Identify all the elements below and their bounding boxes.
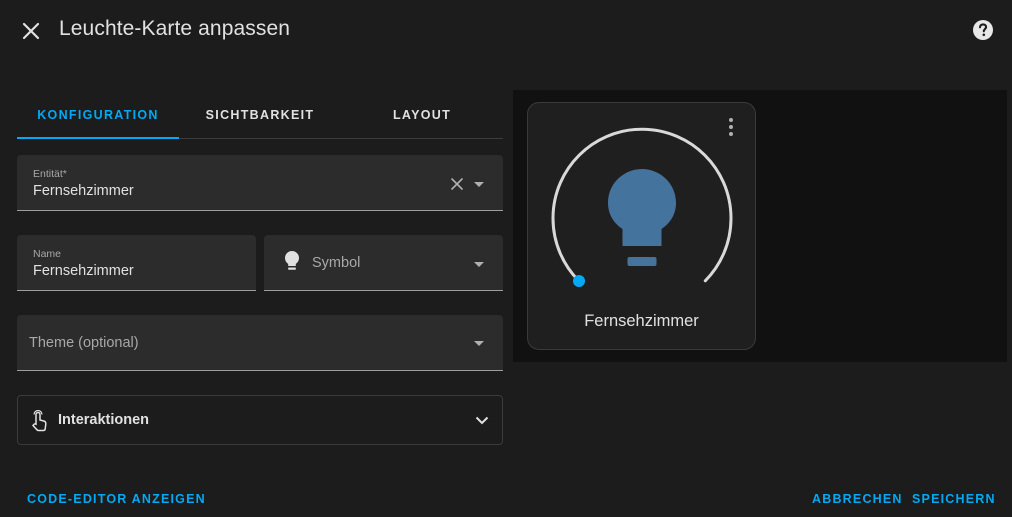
cancel-button[interactable]: ABBRECHEN [812,492,903,506]
chevron-down-icon[interactable] [474,341,484,346]
interactions-label: Interaktionen [58,412,150,428]
theme-picker[interactable]: Theme (optional) [17,315,503,371]
symbol-picker[interactable]: Symbol [264,235,503,291]
editor-tabs: KONFIGURATION SICHTBARKEIT LAYOUT [17,92,503,139]
chevron-down-icon[interactable] [474,182,484,187]
slider-handle [573,275,585,287]
entity-value: Fernsehzimmer [33,183,134,199]
card-title: Fernsehzimmer [584,312,699,330]
name-value: Fernsehzimmer [33,263,134,279]
symbol-placeholder: Symbol [312,255,361,271]
entity-picker[interactable]: Entität* Fernsehzimmer [17,155,503,211]
light-card[interactable]: Fernsehzimmer [527,102,756,350]
code-editor-button[interactable]: CODE-EDITOR ANZEIGEN [27,492,206,506]
card-preview: Fernsehzimmer [513,90,1007,362]
lightbulb-icon [608,169,676,266]
chevron-down-icon[interactable] [474,262,484,267]
clear-icon[interactable] [449,176,465,192]
entity-label: Entität* [33,168,67,180]
help-button[interactable] [969,16,997,44]
tab-sichtbarkeit[interactable]: SICHTBARKEIT [179,92,341,138]
theme-placeholder: Theme (optional) [29,335,139,351]
brightness-slider[interactable] [528,103,757,303]
tab-layout[interactable]: LAYOUT [341,92,503,138]
tab-konfiguration[interactable]: KONFIGURATION [17,92,179,139]
help-circle-icon [973,20,993,40]
name-label: Name [33,248,62,260]
close-button[interactable] [14,14,48,48]
lightbulb-icon [285,251,299,270]
name-field[interactable]: Name Fernsehzimmer [17,235,256,291]
chevron-down-icon [475,416,489,425]
save-button[interactable]: SPEICHERN [912,492,996,506]
gesture-tap-icon [31,410,47,432]
dialog-title: Leuchte-Karte anpassen [59,17,291,40]
close-icon [22,22,40,40]
interactions-expander[interactable]: Interaktionen [17,395,503,445]
card-editor-dialog: Leuchte-Karte anpassen KONFIGURATION SIC… [0,0,1012,517]
